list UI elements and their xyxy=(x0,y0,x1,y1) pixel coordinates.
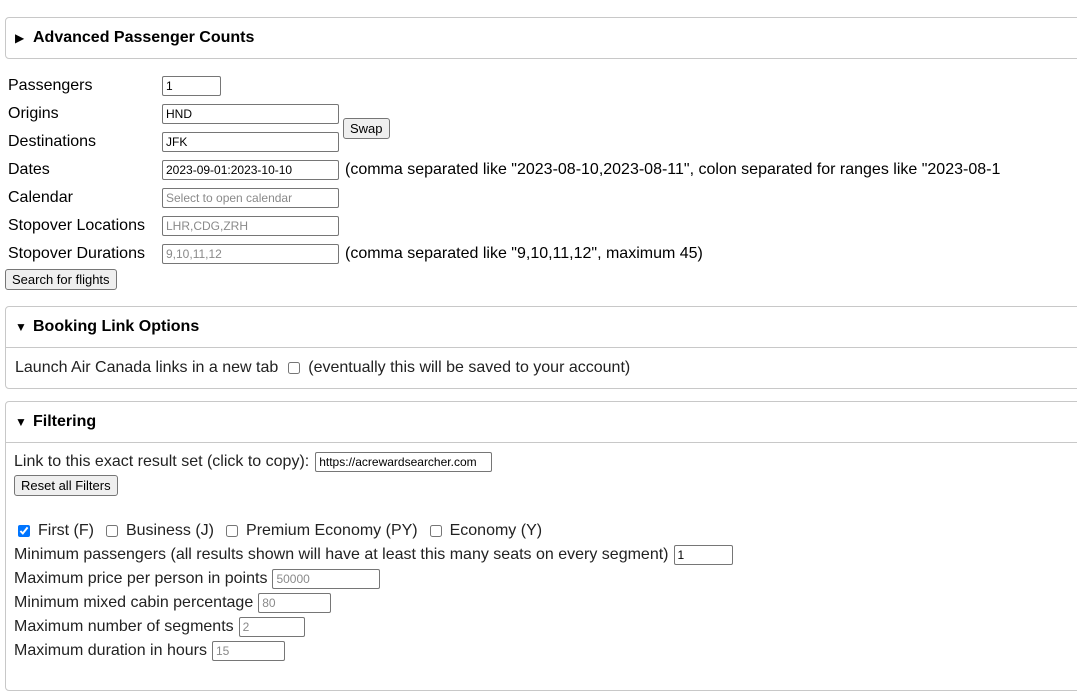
cabin-premium-economy-checkbox[interactable] xyxy=(226,525,239,537)
cabin-business-checkbox[interactable] xyxy=(105,525,118,537)
max-price-label: Maximum price per person in points xyxy=(14,570,268,587)
cabin-filter-row: First (F) Business (J) Premium Economy (… xyxy=(14,520,542,542)
max-segments-label: Maximum number of segments xyxy=(14,618,234,635)
origins-input[interactable] xyxy=(162,104,339,124)
cabin-first-checkbox[interactable] xyxy=(18,525,30,537)
stopover-durations-row: Stopover Durations (comma separated like… xyxy=(8,243,703,265)
booking-link-options-toggle[interactable]: ▼ Booking Link Options xyxy=(6,307,1077,347)
stopover-durations-input[interactable] xyxy=(162,244,339,264)
min-passengers-row: Minimum passengers (all results shown wi… xyxy=(14,544,733,566)
min-mixed-label: Minimum mixed cabin percentage xyxy=(14,594,254,611)
dates-row: Dates (comma separated like "2023-08-10,… xyxy=(8,159,1000,181)
destinations-input[interactable] xyxy=(162,132,339,152)
launch-new-tab-note: (eventually this will be saved to your a… xyxy=(308,359,631,376)
advanced-passenger-counts-panel: ▶ Advanced Passenger Counts xyxy=(5,17,1077,59)
min-mixed-row: Minimum mixed cabin percentage xyxy=(14,592,332,614)
max-duration-label: Maximum duration in hours xyxy=(14,642,207,659)
filtering-toggle[interactable]: ▼ Filtering xyxy=(6,402,1077,442)
max-duration-input[interactable] xyxy=(211,641,285,661)
max-price-input[interactable] xyxy=(272,569,381,589)
calendar-label: Calendar xyxy=(8,189,73,206)
max-price-row: Maximum price per person in points xyxy=(14,568,381,590)
calendar-row: Calendar xyxy=(8,187,339,209)
cabin-economy-checkbox[interactable] xyxy=(429,525,442,537)
search-flights-button[interactable]: Search for flights xyxy=(5,269,117,290)
destinations-label: Destinations xyxy=(8,133,97,150)
min-passengers-input[interactable] xyxy=(673,545,733,565)
passengers-label: Passengers xyxy=(8,77,93,94)
launch-new-tab-label: Launch Air Canada links in a new tab xyxy=(15,359,279,376)
calendar-input[interactable] xyxy=(162,188,339,208)
collapse-arrow-icon: ▼ xyxy=(15,415,27,429)
booking-link-options-body: Launch Air Canada links in a new tab (ev… xyxy=(6,347,1077,388)
cabin-business-label: Business (J) xyxy=(125,522,215,539)
expand-arrow-icon: ▶ xyxy=(15,31,25,45)
panel-title: Advanced Passenger Counts xyxy=(33,29,255,46)
origins-row: Origins xyxy=(8,103,339,125)
stopover-durations-hint: (comma separated like "9,10,11,12", maxi… xyxy=(345,245,703,262)
max-segments-input[interactable] xyxy=(238,617,305,637)
max-duration-row: Maximum duration in hours xyxy=(14,640,285,662)
reset-filters-button[interactable]: Reset all Filters xyxy=(14,475,118,496)
cabin-economy-label: Economy (Y) xyxy=(449,522,543,539)
filtering-divider xyxy=(6,442,1077,443)
collapse-arrow-icon: ▼ xyxy=(15,320,27,334)
advanced-passenger-counts-toggle[interactable]: ▶ Advanced Passenger Counts xyxy=(6,18,1077,58)
result-link-input[interactable] xyxy=(315,452,493,472)
panel-title: Booking Link Options xyxy=(33,318,200,335)
destinations-row: Destinations xyxy=(8,131,339,153)
cabin-premium-economy-label: Premium Economy (PY) xyxy=(246,522,418,539)
result-link-row: Link to this exact result set (click to … xyxy=(14,451,493,473)
max-segments-row: Maximum number of segments xyxy=(14,616,305,638)
booking-link-options-panel: ▼ Booking Link Options Launch Air Canada… xyxy=(5,306,1077,389)
result-link-label: Link to this exact result set (click to … xyxy=(14,453,310,470)
min-passengers-label: Minimum passengers (all results shown wi… xyxy=(14,546,669,563)
swap-button[interactable]: Swap xyxy=(343,118,390,139)
dates-hint: (comma separated like "2023-08-10,2023-0… xyxy=(345,161,1001,178)
dates-label: Dates xyxy=(8,161,50,178)
passengers-row: Passengers xyxy=(8,75,221,97)
cabin-first-label: First (F) xyxy=(38,522,94,539)
min-mixed-input[interactable] xyxy=(258,593,332,613)
dates-input[interactable] xyxy=(162,160,339,180)
panel-title: Filtering xyxy=(33,413,97,430)
stopover-locations-input[interactable] xyxy=(162,216,339,236)
passengers-input[interactable] xyxy=(162,76,221,96)
origins-label: Origins xyxy=(8,105,59,122)
stopover-locations-label: Stopover Locations xyxy=(8,217,145,234)
launch-new-tab-checkbox[interactable] xyxy=(288,362,301,374)
stopover-durations-label: Stopover Durations xyxy=(8,245,145,262)
stopover-locations-row: Stopover Locations xyxy=(8,215,339,237)
